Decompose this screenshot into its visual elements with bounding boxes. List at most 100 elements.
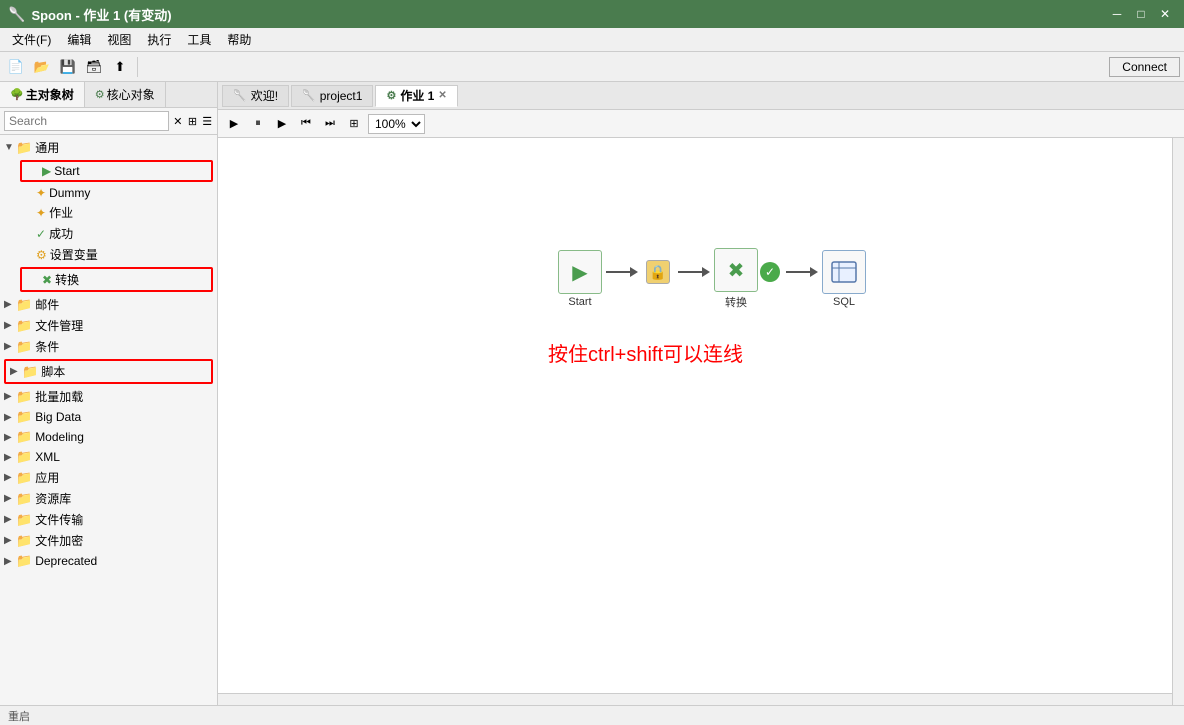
tree-group-general[interactable]: ▼ 📁 通用	[0, 137, 217, 158]
node-sql[interactable]: SQL	[822, 250, 866, 308]
expand-icon: ▶	[4, 535, 16, 546]
tree-item-start[interactable]: ▶ Start	[20, 160, 213, 182]
node-transform-box: ✖	[714, 248, 758, 292]
titlebar-title: Spoon - 作业 1 (有变动)	[31, 5, 171, 24]
menu-help[interactable]: 帮助	[219, 29, 259, 50]
titlebar: 🥄 Spoon - 作业 1 (有变动) ─ □ ✕	[0, 0, 1184, 28]
pause-button[interactable]: ⏸	[248, 114, 268, 134]
menu-edit[interactable]: 编辑	[59, 29, 99, 50]
arrow-line	[678, 271, 702, 273]
tree-group-app[interactable]: ▶ 📁 应用	[0, 467, 217, 488]
tree-item-transform[interactable]: ✖ 转换	[20, 267, 213, 292]
menu-run[interactable]: 执行	[139, 29, 179, 50]
play-button[interactable]: ▶	[224, 114, 244, 134]
tab-main-objects[interactable]: 🌳 主对象树	[0, 82, 85, 107]
statusbar: 重启	[0, 705, 1184, 725]
tab-project1[interactable]: 🥄 project1	[291, 85, 373, 107]
rewind-button[interactable]: ⏮	[296, 114, 316, 134]
tree-group-modeling[interactable]: ▶ 📁 Modeling	[0, 427, 217, 447]
folder-icon: 📁	[22, 364, 38, 380]
search-input[interactable]	[4, 111, 169, 131]
arrow-line	[786, 271, 810, 273]
start-label: Start	[54, 164, 79, 178]
export-button[interactable]: ⬆	[108, 55, 132, 79]
condition-label: 条件	[35, 338, 59, 355]
tree-item-success[interactable]: ✓ 成功	[16, 223, 217, 244]
folder-icon: 📁	[16, 491, 32, 507]
tree-group-condition[interactable]: ▶ 📁 条件	[0, 336, 217, 357]
arrow-head	[630, 267, 638, 277]
tab-close-icon[interactable]: ✕	[438, 90, 446, 101]
expand-icon: ▶	[4, 299, 16, 310]
tree-group-fileencrypt[interactable]: ▶ 📁 文件加密	[0, 530, 217, 551]
tree-group-bulkload[interactable]: ▶ 📁 批量加载	[0, 386, 217, 407]
node-start-label: Start	[568, 296, 591, 308]
setvar-label: 设置变量	[50, 246, 98, 263]
expand-icon: ▶	[4, 341, 16, 352]
save-button[interactable]: 💾	[56, 55, 80, 79]
connect-button[interactable]: Connect	[1109, 57, 1180, 77]
forward-button[interactable]: ⏭	[320, 114, 340, 134]
expand-icon: ▶	[4, 412, 16, 423]
menu-file[interactable]: 文件(F)	[4, 29, 59, 50]
new-button[interactable]: 📄	[4, 55, 28, 79]
tree-group-repo[interactable]: ▶ 📁 资源库	[0, 488, 217, 509]
tabs-bar: 🥄 欢迎! 🥄 project1 ⚙ 作业 1 ✕	[218, 82, 1184, 110]
folder-icon: 📁	[16, 429, 32, 445]
grid-button[interactable]: ⊞	[344, 114, 364, 134]
tab-core-label: 核心对象	[107, 86, 155, 103]
tree-group-xml[interactable]: ▶ 📁 XML	[0, 447, 217, 467]
saveas-button[interactable]: 🗃	[82, 55, 106, 79]
tree-item-job[interactable]: ✦ 作业	[16, 202, 217, 223]
tab-welcome[interactable]: 🥄 欢迎!	[222, 85, 289, 107]
stop-button[interactable]: ▶	[272, 114, 292, 134]
spoon-icon: 🥄	[8, 6, 25, 23]
sidebar: 🌳 主对象树 ⚙ 核心对象 ✕ ⊞ ☰ ▼ 📁 通用	[0, 82, 218, 705]
main-layout: 🌳 主对象树 ⚙ 核心对象 ✕ ⊞ ☰ ▼ 📁 通用	[0, 82, 1184, 705]
tree-group-script[interactable]: ▶ 📁 脚本	[4, 359, 213, 384]
search-clear-button[interactable]: ✕	[172, 112, 184, 130]
scrollbar-horizontal[interactable]	[218, 693, 1172, 705]
arrow3	[786, 267, 818, 277]
expand-icon: ▶	[4, 493, 16, 504]
tree-container: ▼ 📁 通用 ▶ Start ✦ Dummy	[0, 135, 217, 705]
minimize-button[interactable]: ─	[1106, 3, 1128, 25]
xml-label: XML	[35, 450, 60, 464]
canvas: ▶ Start 🔒 ✖ 转换	[218, 138, 1184, 705]
tree-group-bigdata[interactable]: ▶ 📁 Big Data	[0, 407, 217, 427]
folder-icon: 📁	[16, 470, 32, 486]
tree-group-filetransfer[interactable]: ▶ 📁 文件传输	[0, 509, 217, 530]
open-button[interactable]: 📂	[30, 55, 54, 79]
job-tab-label: 作业 1	[400, 87, 434, 104]
folder-icon: 📁	[16, 297, 32, 313]
search-options-button[interactable]: ☰	[201, 112, 213, 130]
folder-icon: 📁	[16, 409, 32, 425]
tree-item-setvar[interactable]: ⚙ 设置变量	[16, 244, 217, 265]
node-start[interactable]: ▶ Start	[558, 250, 602, 308]
close-button[interactable]: ✕	[1154, 3, 1176, 25]
tree-group-deprecated[interactable]: ▶ 📁 Deprecated	[0, 551, 217, 571]
filemanage-label: 文件管理	[35, 317, 83, 334]
arrow-head	[702, 267, 710, 277]
expand-icon: ▶	[4, 452, 16, 463]
scrollbar-vertical[interactable]	[1172, 138, 1184, 705]
menu-tools[interactable]: 工具	[179, 29, 219, 50]
search-expand-button[interactable]: ⊞	[187, 112, 199, 130]
zoom-select[interactable]: 50% 75% 100% 125% 150% 200%	[368, 114, 425, 134]
tab-core-objects[interactable]: ⚙ 核心对象	[85, 82, 166, 107]
node-transform[interactable]: ✖ 转换	[714, 248, 758, 310]
deprecated-label: Deprecated	[35, 554, 97, 568]
tree-item-dummy[interactable]: ✦ Dummy	[16, 184, 217, 202]
job-label: 作业	[49, 204, 73, 221]
tree-group-filemanage[interactable]: ▶ 📁 文件管理	[0, 315, 217, 336]
core-tab-icon: ⚙	[95, 88, 105, 101]
menu-view[interactable]: 视图	[99, 29, 139, 50]
tab-job1[interactable]: ⚙ 作业 1 ✕	[375, 85, 457, 107]
repo-label: 资源库	[35, 490, 71, 507]
tree-group-mail[interactable]: ▶ 📁 邮件	[0, 294, 217, 315]
dummy-label: Dummy	[49, 186, 90, 200]
bulkload-label: 批量加载	[35, 388, 83, 405]
folder-icon: 📁	[16, 389, 32, 405]
success-icon: ✓	[36, 227, 46, 241]
maximize-button[interactable]: □	[1130, 3, 1152, 25]
